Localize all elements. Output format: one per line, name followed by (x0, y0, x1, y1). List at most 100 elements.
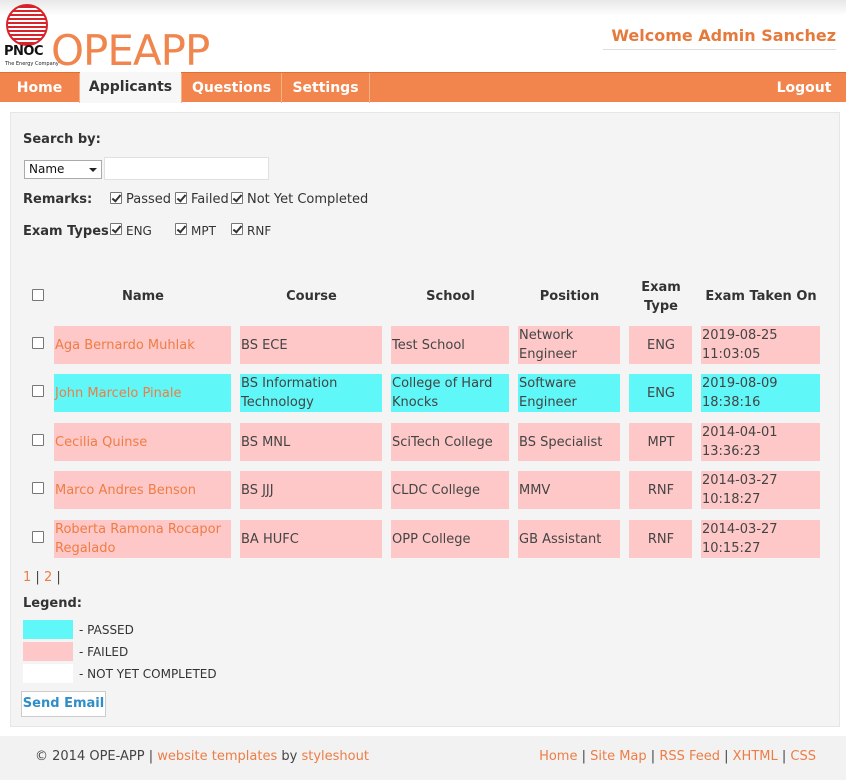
footer-link-xhtml[interactable]: XHTML (733, 749, 778, 764)
applicants-panel: Search by: Name Remarks: Passed Failed N… (10, 112, 840, 727)
nav-home[interactable]: Home (0, 73, 80, 103)
legend-passed-label: - PASSED (79, 623, 134, 637)
table-cell-exam-type: RNF (629, 520, 692, 558)
chevron-down-icon (89, 168, 97, 172)
col-header-position: Position (539, 289, 600, 304)
remark-failed-checkbox[interactable] (175, 192, 187, 204)
applicant-name-link[interactable]: John Marcelo Pinale (54, 374, 231, 412)
legend-failed-label: - FAILED (79, 645, 129, 659)
footer-copyright: © 2014 OPE-APP | website templates by st… (35, 749, 369, 764)
logo-emblem-icon (6, 4, 48, 46)
copyright-text: © 2014 OPE-APP | (35, 749, 154, 764)
page-link-2[interactable]: 2 (44, 570, 52, 585)
table-cell-course: BS MNL (240, 423, 382, 461)
header: PNOC The Energy Company OPEAPP Welcome A… (0, 0, 846, 72)
applicant-name-link[interactable]: Marco Andres Benson (54, 471, 231, 509)
search-by-value: Name (29, 162, 65, 176)
send-email-button[interactable]: Send Email (21, 691, 106, 717)
nav-questions[interactable]: Questions (181, 73, 282, 103)
page-separator: | (35, 570, 44, 585)
row-checkbox[interactable] (32, 482, 44, 494)
nav-applicants[interactable]: Applicants (80, 72, 181, 103)
pagination: 1 | 2 | (23, 570, 61, 585)
table-cell-exam-taken-on: 2014-03-27 10:18:27 (701, 471, 820, 509)
col-header-name: Name (121, 289, 164, 304)
applicant-name-link[interactable]: Aga Bernardo Muhlak (54, 326, 231, 364)
table-cell-exam-taken-on: 2019-08-09 18:38:16 (701, 374, 820, 412)
remark-failed-label: Failed (191, 192, 229, 207)
table-cell-position: Network Engineer (518, 326, 620, 364)
legend-title: Legend: (23, 596, 82, 611)
table-cell-school: SciTech College (391, 423, 509, 461)
remark-passed-label: Passed (126, 192, 172, 207)
remark-passed-checkbox[interactable] (110, 192, 122, 204)
table-cell-exam-type: MPT (629, 423, 692, 461)
remark-not-completed-label: Not Yet Completed (247, 192, 369, 207)
table-cell-exam-taken-on: 2019-08-25 11:03:05 (701, 326, 820, 364)
exam-types-label: Exam Types: (23, 224, 114, 239)
table-cell-exam-taken-on: 2014-03-27 10:15:27 (701, 520, 820, 558)
remarks-label: Remarks: (23, 192, 93, 207)
table-cell-position: MMV (518, 471, 620, 509)
select-all-checkbox[interactable] (32, 289, 44, 301)
col-header-school: School (426, 289, 475, 304)
table-cell-exam-type: ENG (629, 374, 692, 412)
search-by-select[interactable]: Name (24, 160, 102, 179)
legend-failed-swatch (23, 642, 73, 661)
legend-not-completed-swatch (23, 664, 73, 683)
table-cell-course: BS Information Technology (240, 374, 382, 412)
website-templates-link[interactable]: website templates (157, 749, 277, 764)
page-separator: | (56, 570, 61, 585)
col-header-exam-type: Exam Type (641, 280, 681, 314)
exam-rnf-label: RNF (247, 224, 272, 238)
footer-separator: | (724, 749, 733, 764)
app-title: OPEAPP (51, 26, 210, 75)
table-cell-position: Software Engineer (518, 374, 620, 412)
applicant-name-link[interactable]: Roberta Ramona Rocapor Regalado (54, 520, 231, 558)
exam-eng-checkbox[interactable] (110, 223, 122, 235)
row-checkbox[interactable] (32, 337, 44, 349)
footer-link-site-map[interactable]: Site Map (590, 749, 647, 764)
table-cell-course: BA HUFC (240, 520, 382, 558)
footer-link-home[interactable]: Home (539, 749, 577, 764)
table-cell-position: BS Specialist (518, 423, 620, 461)
col-header-course: Course (286, 289, 337, 304)
exam-mpt-checkbox[interactable] (175, 223, 187, 235)
table-cell-school: CLDC College (391, 471, 509, 509)
footer-link-css[interactable]: CSS (790, 749, 816, 764)
table-cell-school: Test School (391, 326, 509, 364)
page-link-1[interactable]: 1 (23, 570, 31, 585)
col-header-exam-taken-on: Exam Taken On (705, 289, 817, 304)
table-cell-exam-taken-on: 2014-04-01 13:36:23 (701, 423, 820, 461)
exam-mpt-label: MPT (191, 224, 216, 238)
styleshout-link[interactable]: styleshout (301, 749, 368, 764)
table-cell-school: OPP College (391, 520, 509, 558)
footer-links: Home | Site Map | RSS Feed | XHTML | CSS (539, 749, 816, 764)
exam-rnf-checkbox[interactable] (231, 223, 243, 235)
nav-settings[interactable]: Settings (282, 73, 370, 103)
legend-passed-swatch (23, 620, 73, 639)
exam-eng-label: ENG (126, 224, 152, 238)
logo-text: PNOC (4, 44, 44, 59)
search-input[interactable] (104, 157, 269, 180)
table-cell-position: GB Assistant (518, 520, 620, 558)
row-checkbox[interactable] (32, 434, 44, 446)
footer-link-rss-feed[interactable]: RSS Feed (659, 749, 720, 764)
nav-logout[interactable]: Logout (764, 73, 844, 103)
by-text: by (281, 749, 298, 764)
footer-separator: | (581, 749, 591, 764)
table-cell-course: BS JJJ (240, 471, 382, 509)
pnoc-logo: PNOC The Energy Company (4, 4, 59, 68)
legend-not-completed-label: - NOT YET COMPLETED (79, 667, 217, 681)
search-label: Search by: (23, 132, 101, 147)
table-cell-school: College of Hard Knocks (391, 374, 509, 412)
row-checkbox[interactable] (32, 385, 44, 397)
row-checkbox[interactable] (32, 531, 44, 543)
table-cell-course: BS ECE (240, 326, 382, 364)
main-nav: Home Applicants Questions Settings Logou… (0, 72, 846, 103)
applicant-name-link[interactable]: Cecilia Quinse (54, 423, 231, 461)
welcome-message: Welcome Admin Sanchez (603, 26, 836, 50)
remark-not-completed-checkbox[interactable] (231, 192, 243, 204)
table-cell-exam-type: RNF (629, 471, 692, 509)
table-cell-exam-type: ENG (629, 326, 692, 364)
